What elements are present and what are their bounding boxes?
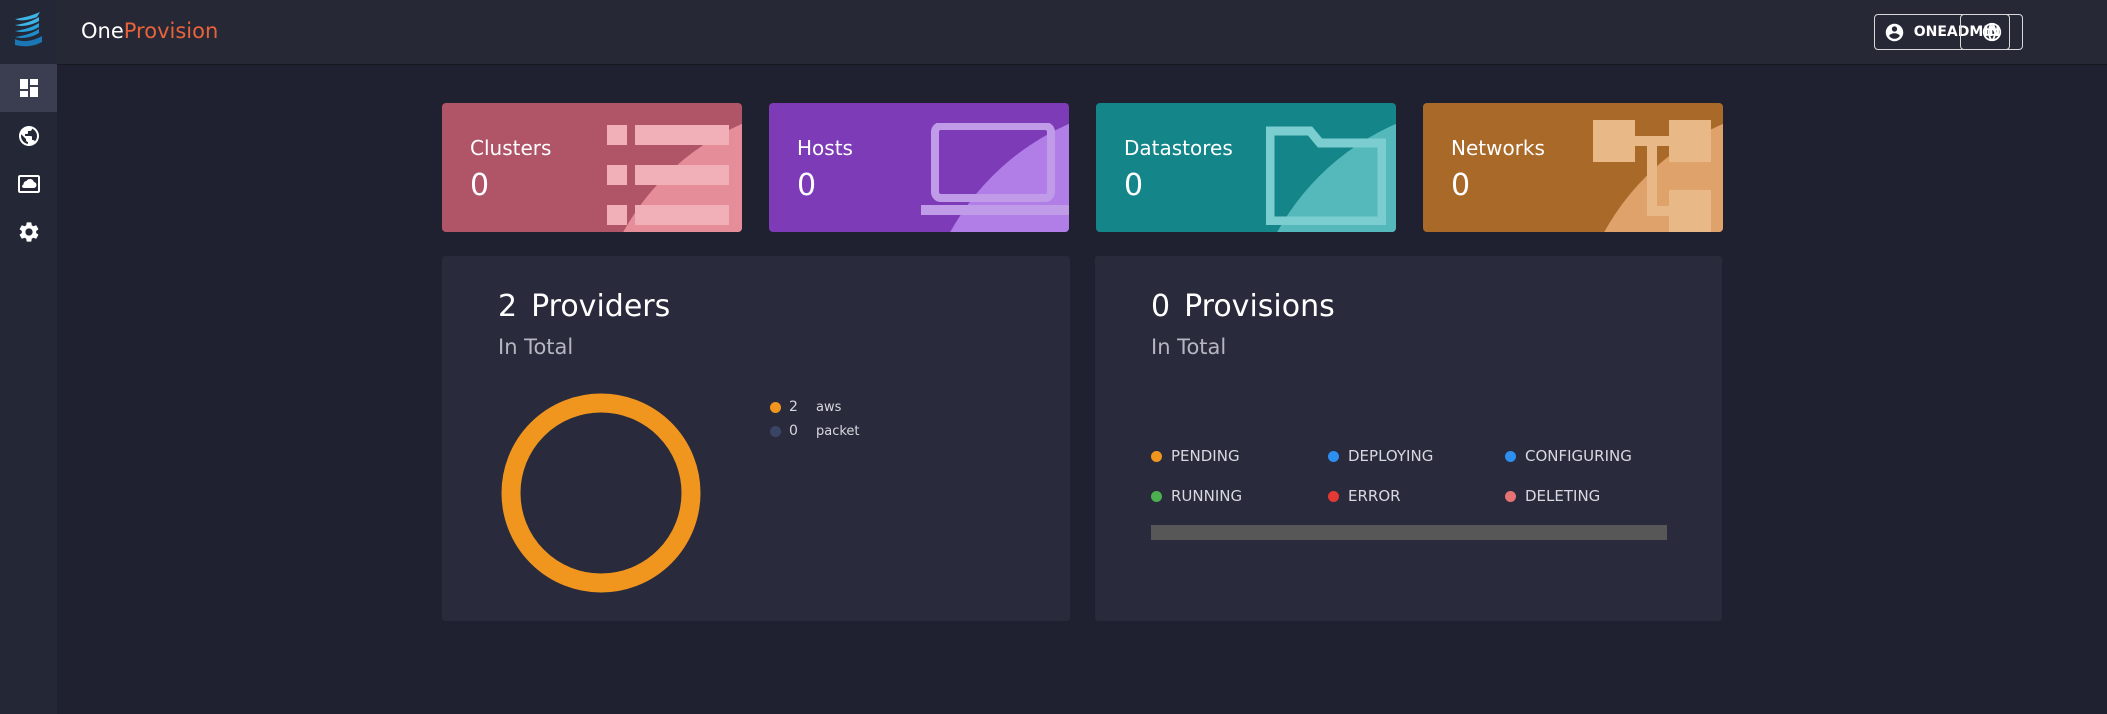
nav-provisions[interactable] bbox=[0, 160, 57, 208]
providers-count: 2 bbox=[498, 289, 518, 324]
cloud-image-icon bbox=[17, 175, 40, 193]
state-configuring: CONFIGURING bbox=[1505, 446, 1671, 466]
provisions-status-bar bbox=[1151, 525, 1667, 540]
clusters-card[interactable]: Clusters 0 bbox=[442, 103, 742, 232]
providers-title: Providers bbox=[531, 289, 671, 324]
hosts-card[interactable]: Hosts 0 bbox=[769, 103, 1069, 232]
state-dot bbox=[1505, 450, 1516, 462]
sidebar bbox=[0, 0, 57, 714]
card-count: 0 bbox=[1124, 168, 1144, 203]
gear-icon bbox=[19, 222, 38, 242]
laptop-icon bbox=[921, 123, 1069, 215]
state-label: RUNNING bbox=[1171, 487, 1243, 505]
state-label: CONFIGURING bbox=[1525, 447, 1632, 465]
card-label: Networks bbox=[1451, 136, 1545, 160]
topbar: OneProvision ONEADMIN bbox=[57, 0, 2107, 65]
state-label: DELETING bbox=[1525, 487, 1601, 505]
brand-one: One bbox=[81, 19, 124, 43]
state-dot bbox=[1328, 450, 1339, 462]
legend-item: 0 packet bbox=[770, 419, 860, 443]
provision-states-legend: PENDING DEPLOYING CONFIGURING RUNNING ER… bbox=[1151, 446, 1671, 506]
state-dot bbox=[1328, 490, 1339, 502]
networks-card[interactable]: Networks 0 bbox=[1423, 103, 1723, 232]
globe-icon bbox=[1982, 22, 2001, 42]
legend-value: 2 bbox=[789, 399, 798, 415]
legend-name: packet bbox=[816, 423, 860, 439]
legend-item: 2 aws bbox=[770, 395, 860, 419]
provisions-count: 0 bbox=[1151, 289, 1171, 324]
providers-heading: 2 Providers bbox=[498, 289, 670, 324]
nav-settings[interactable] bbox=[0, 208, 57, 256]
state-running: RUNNING bbox=[1151, 486, 1328, 506]
nav-providers[interactable] bbox=[0, 112, 57, 160]
dashboard-icon bbox=[19, 79, 38, 97]
language-button[interactable] bbox=[1960, 14, 2023, 50]
state-dot bbox=[1151, 490, 1162, 502]
opennebula-logo-icon[interactable] bbox=[13, 12, 45, 50]
network-tree-icon bbox=[1593, 120, 1711, 232]
folder-icon bbox=[1266, 126, 1386, 225]
legend-dot bbox=[770, 425, 781, 437]
app-title: OneProvision bbox=[81, 19, 218, 43]
state-pending: PENDING bbox=[1151, 446, 1328, 466]
provisions-subtitle: In Total bbox=[1151, 335, 1227, 359]
state-label: DEPLOYING bbox=[1348, 447, 1434, 465]
nav-dashboard[interactable] bbox=[0, 64, 57, 112]
card-label: Clusters bbox=[470, 136, 552, 160]
legend-name: aws bbox=[816, 399, 842, 415]
card-label: Datastores bbox=[1124, 136, 1233, 160]
state-label: PENDING bbox=[1171, 447, 1240, 465]
state-dot bbox=[1505, 490, 1516, 502]
providers-panel[interactable]: 2 Providers In Total 2 aws 0 packet bbox=[442, 256, 1070, 621]
card-count: 0 bbox=[470, 168, 490, 203]
provisions-heading: 0 Provisions bbox=[1151, 289, 1335, 324]
globe-icon bbox=[18, 126, 39, 146]
state-dot bbox=[1151, 450, 1162, 462]
legend-value: 0 bbox=[789, 423, 798, 439]
providers-subtitle: In Total bbox=[498, 335, 574, 359]
provisions-title: Provisions bbox=[1184, 289, 1335, 324]
state-deleting: DELETING bbox=[1505, 486, 1671, 506]
datastores-card[interactable]: Datastores 0 bbox=[1096, 103, 1396, 232]
donut-segment-aws bbox=[501, 393, 701, 593]
card-count: 0 bbox=[1451, 168, 1471, 203]
state-label: ERROR bbox=[1348, 487, 1401, 505]
account-circle-icon bbox=[1885, 23, 1903, 41]
clusters-list-icon bbox=[607, 125, 729, 225]
card-count: 0 bbox=[797, 168, 817, 203]
card-label: Hosts bbox=[797, 136, 853, 160]
brand-two: Provision bbox=[123, 19, 219, 43]
legend-dot bbox=[770, 401, 781, 413]
provisions-panel[interactable]: 0 Provisions In Total PENDING DEPLOYING C… bbox=[1095, 256, 1722, 621]
providers-donut-chart bbox=[501, 393, 701, 593]
state-error: ERROR bbox=[1328, 486, 1505, 506]
state-deploying: DEPLOYING bbox=[1328, 446, 1505, 466]
providers-legend: 2 aws 0 packet bbox=[770, 395, 860, 443]
